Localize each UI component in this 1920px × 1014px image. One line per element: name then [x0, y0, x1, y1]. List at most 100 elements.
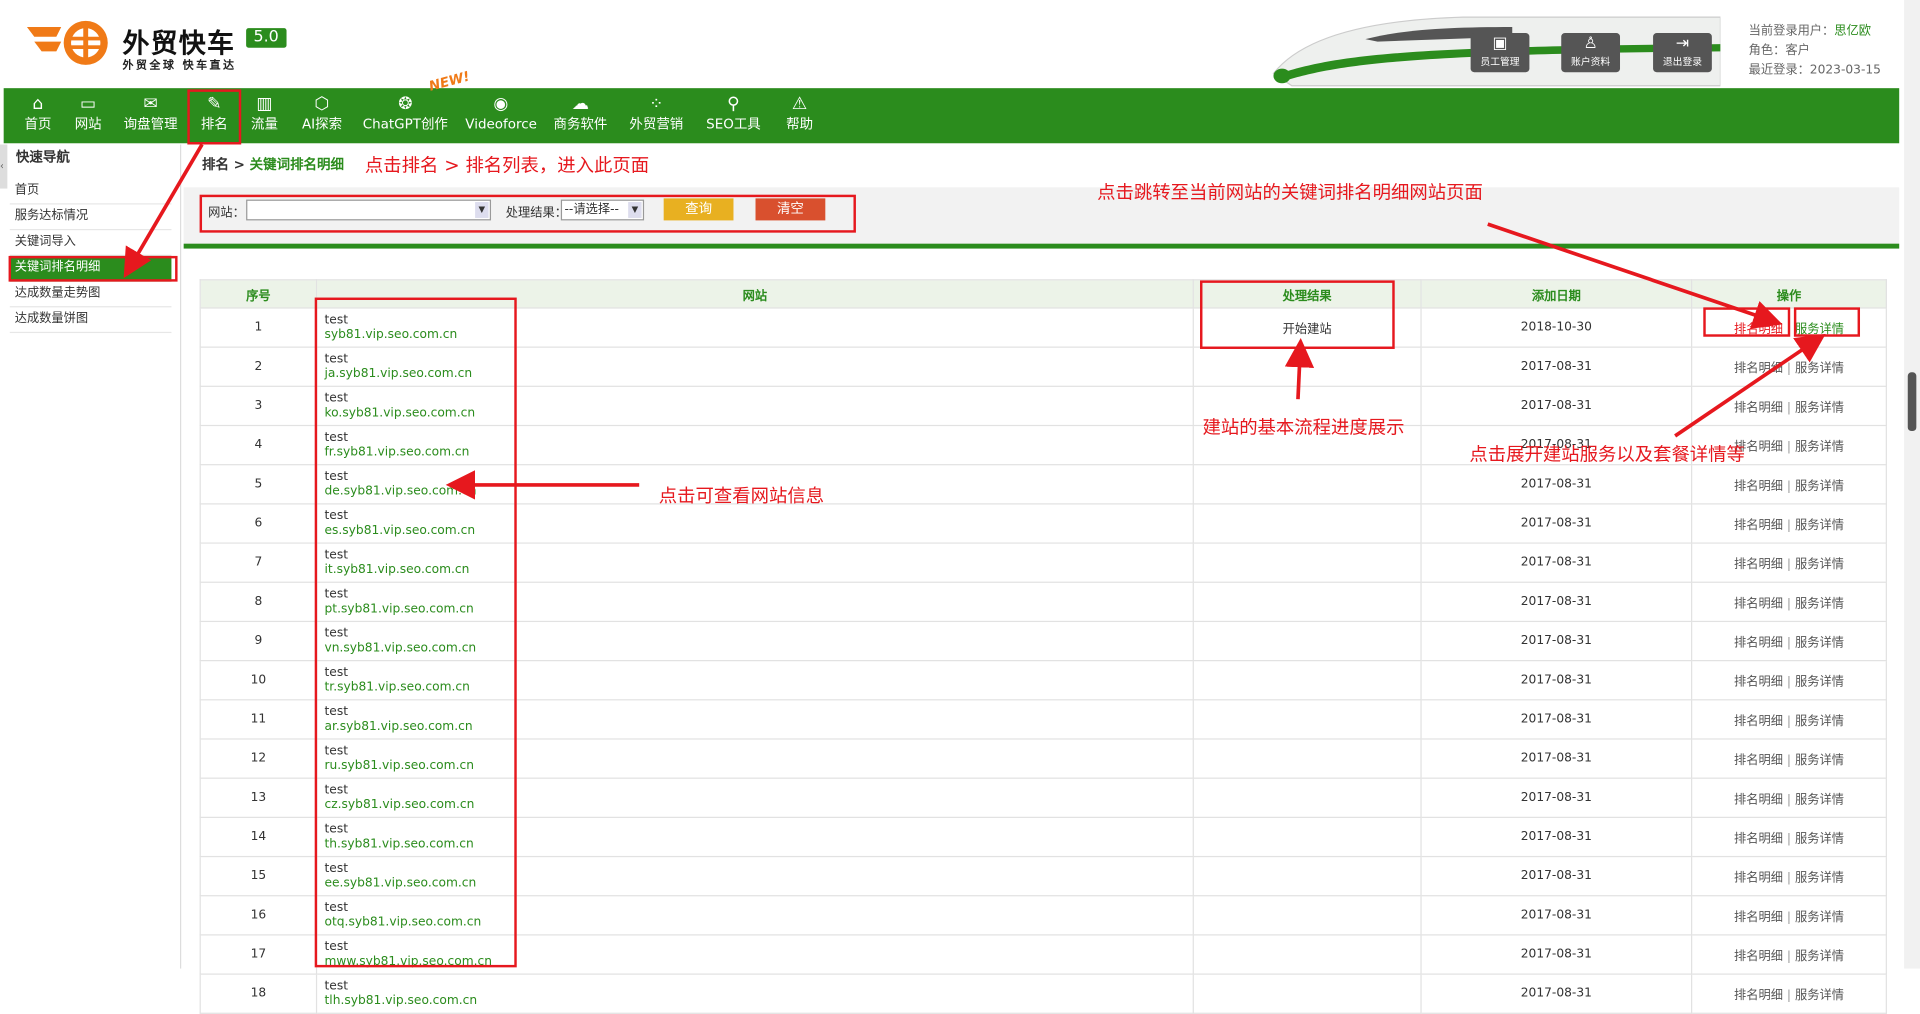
- mail-icon: ✉: [143, 94, 158, 114]
- action-separator: |: [1786, 675, 1792, 690]
- nav-item-marketing[interactable]: ⁘ 外贸营销: [626, 88, 687, 143]
- annotation-box-ranking-nav: [187, 89, 242, 145]
- date-cell: 2017-08-31: [1420, 346, 1693, 387]
- result-cell: [1192, 503, 1422, 544]
- action-separator: |: [1786, 950, 1792, 964]
- rank-detail-link[interactable]: 排名明细: [1734, 793, 1783, 806]
- row-number: 16: [199, 895, 318, 936]
- sidebar-item-home[interactable]: 首页: [9, 179, 172, 205]
- row-number: 11: [199, 699, 318, 740]
- result-cell: [1192, 973, 1422, 1014]
- result-cell: [1192, 934, 1422, 975]
- result-cell: [1192, 855, 1422, 897]
- nav-item-traffic[interactable]: ▥ 流量: [245, 88, 284, 143]
- nav-label: 首页: [24, 116, 52, 133]
- service-detail-link[interactable]: 服务详情: [1795, 715, 1844, 728]
- nav-item-inquiry[interactable]: ✉ 询盘管理: [122, 88, 178, 143]
- service-detail-link[interactable]: 服务详情: [1795, 558, 1844, 571]
- sidebar-collapse-handle[interactable]: ‹: [0, 144, 8, 189]
- action-separator: |: [1786, 440, 1792, 455]
- page-scrollbar[interactable]: [1904, 0, 1920, 969]
- service-detail-link[interactable]: 服务详情: [1795, 598, 1844, 611]
- role-value: 客户: [1785, 44, 1810, 58]
- service-detail-link[interactable]: 服务详情: [1795, 754, 1844, 767]
- last-login-label: 最近登录：: [1748, 63, 1810, 78]
- nav-item-business-software[interactable]: ☁ 商务软件: [551, 88, 610, 143]
- rank-detail-link[interactable]: 排名明细: [1734, 402, 1783, 415]
- nav-item-ai[interactable]: ⬡ AI探索: [298, 88, 347, 143]
- nav-item-home[interactable]: ⌂ 首页: [18, 88, 57, 143]
- site-domain-link[interactable]: tlh.syb81.vip.seo.com.cn: [324, 994, 1191, 1009]
- nav-label: 外贸营销: [629, 116, 684, 133]
- row-number: 1: [199, 307, 318, 348]
- sidebar-item-service-status[interactable]: 服务达标情况: [9, 204, 172, 231]
- rank-detail-link[interactable]: 排名明细: [1734, 558, 1783, 571]
- date-cell: 2017-08-31: [1420, 895, 1693, 936]
- nav-item-seo-tools[interactable]: ⚲ SEO工具: [703, 88, 764, 143]
- service-detail-link[interactable]: 服务详情: [1795, 402, 1844, 415]
- staff-management-button[interactable]: ▣ 员工管理: [1470, 33, 1530, 73]
- service-detail-link[interactable]: 服务详情: [1795, 872, 1844, 885]
- rank-detail-link[interactable]: 排名明细: [1734, 637, 1783, 650]
- date-cell: 2017-08-31: [1420, 699, 1693, 740]
- service-detail-link[interactable]: 服务详情: [1795, 441, 1844, 454]
- rank-detail-link[interactable]: 排名明细: [1734, 950, 1783, 963]
- nav-label: AI探索: [301, 116, 343, 133]
- rank-detail-link[interactable]: 排名明细: [1734, 754, 1783, 767]
- date-cell: 2017-08-31: [1420, 973, 1693, 1014]
- action-separator: |: [1786, 715, 1792, 729]
- col-header-date: 添加日期: [1420, 279, 1693, 309]
- service-detail-link[interactable]: 服务详情: [1795, 911, 1844, 924]
- service-detail-link[interactable]: 服务详情: [1795, 989, 1844, 1002]
- action-separator: |: [1786, 480, 1792, 494]
- service-detail-link[interactable]: 服务详情: [1795, 676, 1844, 689]
- row-number: 17: [199, 934, 318, 975]
- site-cell[interactable]: test tlh.syb81.vip.seo.com.cn: [315, 973, 1194, 1014]
- nav-item-videoforce[interactable]: ◉ Videoforce: [465, 88, 537, 143]
- result-cell: [1192, 581, 1422, 623]
- last-login-value: 2023-03-15: [1809, 63, 1881, 78]
- rank-detail-link[interactable]: 排名明细: [1734, 362, 1783, 375]
- rank-detail-link[interactable]: 排名明细: [1734, 872, 1783, 885]
- date-cell: 2017-08-31: [1420, 464, 1693, 505]
- nav-item-chatgpt[interactable]: ❂ ChatGPT创作: [360, 88, 451, 143]
- rank-detail-link[interactable]: 排名明细: [1734, 911, 1783, 924]
- service-detail-link[interactable]: 服务详情: [1795, 362, 1844, 375]
- rank-detail-link[interactable]: 排名明细: [1734, 989, 1783, 1002]
- service-detail-link[interactable]: 服务详情: [1795, 950, 1844, 963]
- date-cell: 2017-08-31: [1420, 855, 1693, 897]
- sidebar-item-trend-chart[interactable]: 达成数量走势图: [9, 282, 172, 308]
- service-detail-link[interactable]: 服务详情: [1795, 637, 1844, 650]
- logout-button[interactable]: ⇥ 退出登录: [1653, 33, 1712, 73]
- row-number: 14: [199, 816, 318, 858]
- rank-detail-link[interactable]: 排名明细: [1734, 715, 1783, 728]
- service-detail-link[interactable]: 服务详情: [1795, 519, 1844, 532]
- breadcrumb-root[interactable]: 排名 >: [202, 157, 250, 173]
- scrollbar-thumb[interactable]: [1907, 372, 1917, 432]
- service-detail-link[interactable]: 服务详情: [1795, 833, 1844, 846]
- sidebar-item-keyword-import[interactable]: 关键词导入: [9, 230, 172, 256]
- rank-detail-link[interactable]: 排名明细: [1734, 480, 1783, 493]
- rank-detail-link[interactable]: 排名明细: [1734, 833, 1783, 846]
- date-cell: 2017-08-31: [1420, 777, 1693, 818]
- sidebar-title: 快速导航: [15, 149, 70, 166]
- result-cell: [1192, 816, 1422, 858]
- row-number: 6: [199, 503, 318, 544]
- rank-detail-link[interactable]: 排名明细: [1734, 598, 1783, 611]
- rank-detail-link[interactable]: 排名明细: [1734, 676, 1783, 689]
- rank-detail-link[interactable]: 排名明细: [1734, 519, 1783, 532]
- annotation-text-site-info: 点击可查看网站信息: [658, 484, 825, 507]
- staff-icon: ▣: [1492, 34, 1508, 53]
- date-cell: 2017-08-31: [1420, 385, 1693, 427]
- action-separator: |: [1786, 754, 1792, 768]
- nav-item-help[interactable]: ⚠ 帮助: [780, 88, 819, 143]
- annotation-box-site-column: [314, 297, 517, 968]
- account-info-button[interactable]: ♙ 账户资料: [1561, 33, 1621, 73]
- annotation-text-jump: 点击跳转至当前网站的关键词排名明细网站页面: [1097, 181, 1483, 204]
- row-number: 15: [199, 855, 318, 897]
- sidebar-item-pie-chart[interactable]: 达成数量饼图: [9, 307, 172, 334]
- action-separator: |: [1786, 519, 1792, 533]
- service-detail-link[interactable]: 服务详情: [1795, 793, 1844, 806]
- nav-item-website[interactable]: ▭ 网站: [69, 88, 108, 143]
- service-detail-link[interactable]: 服务详情: [1795, 480, 1844, 493]
